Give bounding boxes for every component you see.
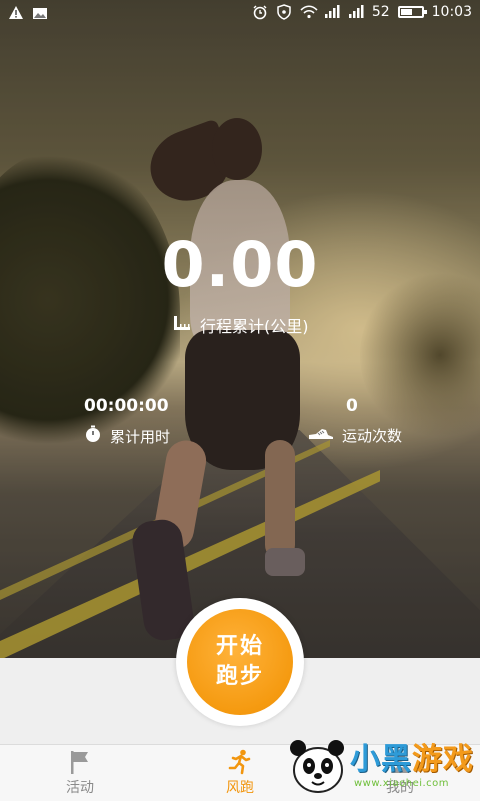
status-bar: 52 10:03 xyxy=(0,0,480,28)
start-run-button-label-line2: 跑步 xyxy=(215,664,264,689)
watermark-title: 小黑游戏 xyxy=(350,734,474,778)
elapsed-time-label: 累计用时 xyxy=(110,427,171,446)
panda-logo-icon xyxy=(288,734,348,796)
start-run-button-label-line1: 开始 xyxy=(215,634,264,659)
flag-icon xyxy=(68,749,92,775)
alarm-clock-icon xyxy=(252,4,268,20)
workout-count-label: 运动次数 xyxy=(342,427,403,445)
stopwatch-icon xyxy=(84,425,102,447)
signal-icon xyxy=(348,4,364,20)
watermark-url: www.xiaohei.com xyxy=(354,778,450,789)
watermark-title-part2: 游戏 xyxy=(412,742,474,777)
runner-icon xyxy=(228,749,252,775)
battery-icon xyxy=(397,6,427,18)
nav-tab-activity[interactable]: 活动 xyxy=(40,745,120,801)
shield-icon xyxy=(276,4,292,20)
warning-icon xyxy=(8,5,24,21)
distance-label-row: 行程累计(公里) xyxy=(172,313,309,337)
watermark-title-part1: 小黑 xyxy=(350,742,412,777)
workout-count-value: 0 xyxy=(346,396,358,416)
elapsed-time-value: 00:00:00 xyxy=(84,396,169,416)
start-run-button[interactable]: 开始 跑步 xyxy=(187,609,293,715)
clock-time: 10:03 xyxy=(431,4,472,20)
nav-tab-run[interactable]: 风跑 xyxy=(200,745,280,801)
nav-tab-activity-label: 活动 xyxy=(66,780,94,796)
workout-count-label-row: 运动次数 xyxy=(308,425,402,446)
nav-tab-run-label: 风跑 xyxy=(226,780,254,796)
sneaker-icon xyxy=(308,427,334,445)
elapsed-time-label-row: 累计用时 xyxy=(84,425,170,447)
ruler-icon xyxy=(172,314,192,336)
site-watermark: 小黑游戏 www.xiaohei.com xyxy=(284,728,480,800)
distance-value: 0.00 xyxy=(161,228,319,301)
signal-icon xyxy=(324,4,340,20)
image-icon xyxy=(32,5,48,21)
wifi-icon xyxy=(300,4,318,20)
distance-label: 行程累计(公里) xyxy=(200,317,309,336)
battery-level-text: 52 xyxy=(371,4,390,20)
